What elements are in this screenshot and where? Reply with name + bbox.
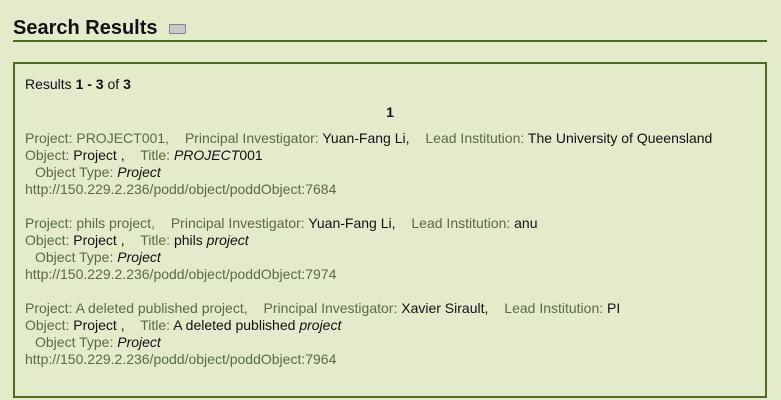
pi-label: Principal Investigator:: [184, 130, 319, 146]
pi-label: Principal Investigator:: [170, 215, 305, 231]
search-results-header: Search Results: [13, 16, 767, 42]
page-title: Search Results: [13, 17, 158, 39]
institution-value: anu: [514, 215, 538, 231]
pi-value: Yuan-Fang Li,: [308, 215, 396, 231]
type-label: Object Type:: [35, 249, 114, 265]
result-line-1: Project: A deleted published project, Pr…: [25, 300, 760, 317]
project-link[interactable]: phils project,: [76, 215, 155, 231]
result-line-3: Object Type: Project: [25, 334, 760, 351]
title-value: phils project: [173, 232, 249, 248]
pi-value: Xavier Sirault,: [401, 300, 489, 316]
result-line-2: Object: Project , Title: PROJECT001: [25, 147, 760, 164]
institution-label: Lead Institution:: [411, 215, 511, 231]
result-line-3: Object Type: Project: [25, 249, 760, 266]
project-label: Project:: [25, 300, 73, 316]
summary-prefix: Results: [25, 76, 72, 92]
pi-value: Yuan-Fang Li,: [322, 130, 410, 146]
result-line-1: Project: PROJECT001, Principal Investiga…: [25, 130, 760, 147]
results-panel: Results 1 - 3 of 3 1 Project: PROJECT001…: [13, 62, 767, 398]
project-link[interactable]: PROJECT001,: [76, 130, 169, 146]
title-label: Title:: [140, 317, 171, 333]
title-value: PROJECT001: [173, 147, 263, 163]
type-label: Object Type:: [35, 164, 114, 180]
object-value: Project ,: [73, 317, 125, 333]
result-line-1: Project: phils project, Principal Invest…: [25, 215, 760, 232]
result-item: Project: A deleted published project, Pr…: [25, 300, 760, 368]
object-label: Object:: [25, 147, 70, 163]
result-url[interactable]: http://150.229.2.236/podd/object/poddObj…: [25, 181, 760, 198]
summary-total: 3: [123, 76, 131, 92]
summary-of: of: [107, 76, 120, 92]
project-link[interactable]: A deleted published project,: [76, 300, 248, 316]
pagination: 1: [15, 104, 765, 120]
project-label: Project:: [25, 130, 73, 146]
type-value: Project: [117, 249, 161, 265]
project-label: Project:: [25, 215, 73, 231]
type-label: Object Type:: [35, 334, 114, 350]
result-item: Project: phils project, Principal Invest…: [25, 215, 760, 283]
institution-label: Lead Institution:: [425, 130, 525, 146]
result-item: Project: PROJECT001, Principal Investiga…: [25, 130, 760, 198]
object-label: Object:: [25, 317, 70, 333]
institution-value: PI: [607, 300, 621, 316]
title-label: Title:: [140, 147, 171, 163]
result-line-2: Object: Project , Title: phils project: [25, 232, 760, 249]
type-value: Project: [117, 164, 161, 180]
result-url[interactable]: http://150.229.2.236/podd/object/poddObj…: [25, 266, 760, 283]
object-value: Project ,: [73, 232, 125, 248]
summary-range: 1 - 3: [75, 76, 104, 92]
pi-label: Principal Investigator:: [263, 300, 398, 316]
result-line-3: Object Type: Project: [25, 164, 760, 181]
results-summary: Results 1 - 3 of 3: [25, 76, 131, 92]
title-label: Title:: [140, 232, 171, 248]
institution-label: Lead Institution:: [504, 300, 604, 316]
object-value: Project ,: [73, 147, 125, 163]
keyboard-icon[interactable]: [169, 24, 187, 35]
title-value: A deleted published project: [173, 317, 342, 333]
object-label: Object:: [25, 232, 70, 248]
type-value: Project: [117, 334, 161, 350]
institution-value: The University of Queensland: [527, 130, 713, 146]
result-line-2: Object: Project , Title: A deleted publi…: [25, 317, 760, 334]
result-url[interactable]: http://150.229.2.236/podd/object/poddObj…: [25, 351, 760, 368]
current-page: 1: [386, 104, 394, 120]
